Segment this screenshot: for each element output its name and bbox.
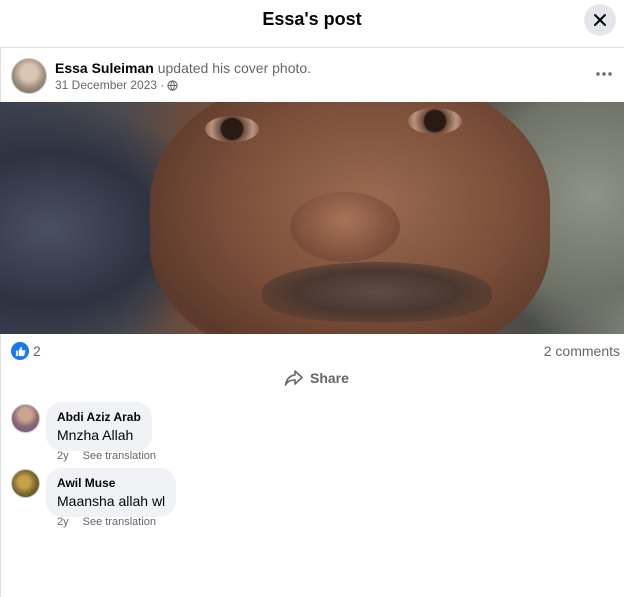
- photo-right-eye: [408, 108, 462, 134]
- avatar[interactable]: [11, 469, 40, 498]
- reactions-row: 2 2 comments: [0, 336, 624, 366]
- like-reaction-icon[interactable]: [11, 342, 29, 360]
- comments-count[interactable]: 2 comments: [544, 343, 620, 359]
- globe-icon: [167, 79, 178, 91]
- cover-photo[interactable]: [0, 102, 624, 334]
- comment-author[interactable]: Abdi Aziz Arab: [57, 409, 141, 425]
- share-label: Share: [310, 370, 349, 386]
- comment-text: Maansha allah wl: [57, 493, 166, 509]
- post-date[interactable]: 31 December 2023: [55, 78, 157, 92]
- comment-meta: 2y See translation: [57, 516, 156, 528]
- comment-meta: 2y See translation: [57, 450, 156, 462]
- more-options-button[interactable]: [592, 62, 616, 86]
- avatar[interactable]: [11, 404, 40, 433]
- comment-text: Mnzha Allah: [57, 427, 134, 443]
- post-header: Essa Suleiman updated his cover photo. 3…: [0, 48, 624, 102]
- post-author-line: Essa Suleiman updated his cover photo.: [55, 60, 311, 76]
- photo-mustache: [262, 262, 492, 322]
- comment-bubble: Awil Muse Maansha allah wl: [46, 468, 177, 517]
- share-button[interactable]: Share: [284, 367, 349, 389]
- comment-age[interactable]: 2y: [57, 516, 69, 528]
- see-translation-link[interactable]: See translation: [83, 516, 156, 528]
- thumbs-up-icon: [15, 346, 25, 356]
- post-action-text: updated his cover photo.: [153, 60, 312, 76]
- see-translation-link[interactable]: See translation: [83, 450, 156, 462]
- meta-separator: ·: [160, 78, 165, 92]
- post-meta: 31 December 2023 ·: [55, 78, 178, 92]
- comment-bubble: Abdi Aziz Arab Mnzha Allah: [46, 402, 152, 451]
- comment-age[interactable]: 2y: [57, 450, 69, 462]
- more-icon: [596, 72, 612, 76]
- reaction-count[interactable]: 2: [33, 343, 41, 359]
- dialog-header: Essa's post: [0, 0, 624, 48]
- author-name[interactable]: Essa Suleiman: [55, 60, 154, 76]
- photo-left-eye: [205, 116, 259, 142]
- share-icon: [284, 370, 303, 386]
- close-icon: [594, 14, 606, 26]
- photo-nose: [290, 192, 400, 262]
- close-button[interactable]: [584, 4, 616, 36]
- dialog-title: Essa's post: [262, 9, 362, 29]
- avatar[interactable]: [11, 58, 47, 94]
- comment-author[interactable]: Awil Muse: [57, 475, 165, 491]
